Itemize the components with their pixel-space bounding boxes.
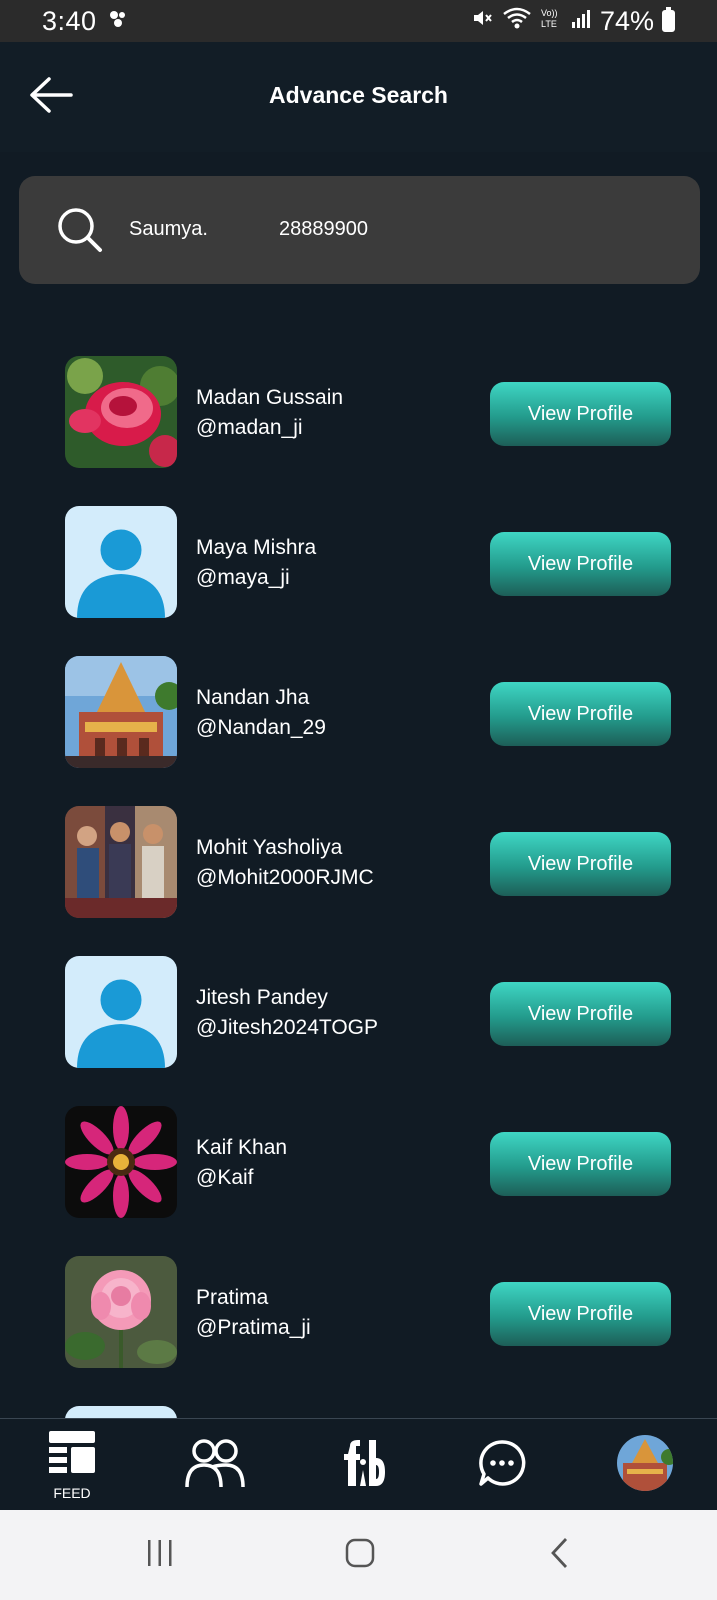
user-name: Madan Gussain bbox=[196, 386, 344, 409]
profile-avatar bbox=[617, 1434, 673, 1496]
nav-profile[interactable] bbox=[617, 1419, 673, 1511]
user-handle: @Pratima_ji bbox=[196, 1316, 311, 1339]
notification-icon bbox=[107, 6, 129, 37]
search-icon[interactable] bbox=[55, 205, 105, 255]
view-profile-button[interactable]: View Profile bbox=[490, 832, 671, 896]
mute-icon bbox=[470, 6, 494, 37]
view-profile-button[interactable]: View Profile bbox=[490, 682, 671, 746]
home-icon bbox=[344, 1537, 376, 1574]
list-item: Madan Gussain @madan_ji View Profile bbox=[0, 356, 717, 468]
feed-icon bbox=[48, 1430, 96, 1483]
svg-text:LTE: LTE bbox=[541, 19, 557, 29]
svg-text:Vo)): Vo)) bbox=[541, 8, 558, 18]
user-handle: @Kaif bbox=[196, 1166, 254, 1189]
volte-icon: Vo)) LTE bbox=[540, 6, 562, 37]
view-profile-button[interactable]: View Profile bbox=[490, 982, 671, 1046]
nav-friends[interactable] bbox=[182, 1419, 248, 1511]
search-box[interactable]: Saumya. 28889900 bbox=[19, 176, 700, 284]
user-name: Jitesh Pandey bbox=[196, 986, 328, 1009]
list-item: Mohit Yasholiya @Mohit2000RJMC View Prof… bbox=[0, 806, 717, 918]
user-name: Mohit Yasholiya bbox=[196, 836, 343, 859]
list-item: Jitesh Pandey @Jitesh2024TOGP View Profi… bbox=[0, 956, 717, 1068]
signal-icon bbox=[570, 6, 592, 37]
fb-logo-icon bbox=[336, 1438, 386, 1493]
search-name-query[interactable]: Saumya. bbox=[129, 218, 208, 241]
recent-apps-button[interactable] bbox=[130, 1532, 190, 1578]
chat-icon bbox=[478, 1439, 526, 1492]
nav-feed[interactable]: FEED bbox=[42, 1419, 102, 1511]
system-back-button[interactable] bbox=[530, 1532, 590, 1578]
chevron-left-icon bbox=[548, 1537, 572, 1574]
user-handle: @Nandan_29 bbox=[196, 716, 326, 739]
avatar[interactable] bbox=[65, 1406, 177, 1418]
search-number-query[interactable]: 28889900 bbox=[279, 218, 368, 241]
user-handle: @maya_ji bbox=[196, 566, 290, 589]
bottom-nav: FEED bbox=[0, 1418, 717, 1510]
avatar[interactable] bbox=[65, 506, 177, 618]
battery-percent: 74% bbox=[599, 5, 654, 36]
friends-icon bbox=[184, 1437, 246, 1494]
avatar[interactable] bbox=[65, 806, 177, 918]
recent-apps-icon bbox=[145, 1538, 175, 1573]
nav-feed-label: FEED bbox=[53, 1484, 91, 1501]
system-nav-bar bbox=[0, 1510, 717, 1600]
page-title: Advance Search bbox=[269, 82, 448, 108]
avatar[interactable] bbox=[65, 356, 177, 468]
user-name: Pratima bbox=[196, 1286, 269, 1309]
user-handle: @Mohit2000RJMC bbox=[196, 866, 374, 889]
list-item: Pratima @Pratima_ji View Profile bbox=[0, 1256, 717, 1368]
list-item-partial bbox=[0, 1406, 717, 1418]
header: Advance Search bbox=[0, 42, 717, 152]
list-item: Nandan Jha @Nandan_29 View Profile bbox=[0, 656, 717, 768]
status-time: 3:40 bbox=[42, 5, 97, 36]
status-left: 3:40 bbox=[42, 6, 129, 37]
list-item: Maya Mishra @maya_ji View Profile bbox=[0, 506, 717, 618]
user-name: Kaif Khan bbox=[196, 1136, 288, 1159]
nav-chat[interactable] bbox=[477, 1419, 527, 1511]
avatar[interactable] bbox=[65, 656, 177, 768]
nav-home[interactable] bbox=[333, 1419, 389, 1511]
view-profile-button[interactable]: View Profile bbox=[490, 382, 671, 446]
list-item: Kaif Khan @Kaif View Profile bbox=[0, 1106, 717, 1218]
home-button[interactable] bbox=[330, 1532, 390, 1578]
status-right: Vo)) LTE 74% bbox=[470, 6, 675, 37]
user-name: Maya Mishra bbox=[196, 536, 317, 559]
user-handle: @Jitesh2024TOGP bbox=[196, 1016, 379, 1039]
view-profile-button[interactable]: View Profile bbox=[490, 1282, 671, 1346]
user-handle: @madan_ji bbox=[196, 416, 303, 439]
avatar[interactable] bbox=[65, 1106, 177, 1218]
wifi-icon bbox=[502, 6, 532, 37]
view-profile-button[interactable]: View Profile bbox=[490, 1132, 671, 1196]
status-bar: 3:40 Vo)) LTE 74% bbox=[0, 0, 717, 42]
avatar[interactable] bbox=[65, 956, 177, 1068]
user-name: Nandan Jha bbox=[196, 686, 310, 709]
battery-icon bbox=[662, 7, 675, 32]
avatar[interactable] bbox=[65, 1256, 177, 1368]
view-profile-button[interactable]: View Profile bbox=[490, 532, 671, 596]
